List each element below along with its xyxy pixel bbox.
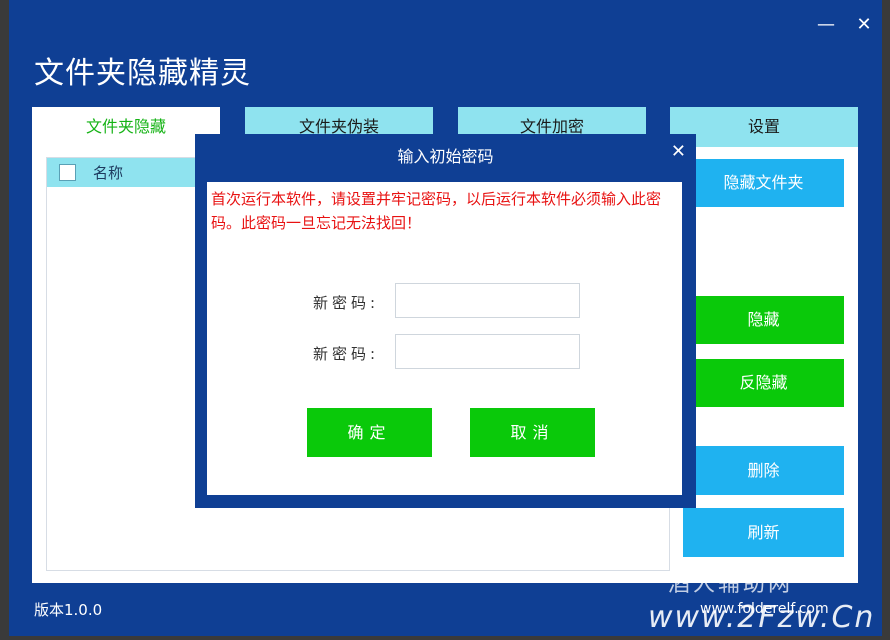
app-title: 文件夹隐藏精灵 (34, 56, 251, 91)
cancel-button[interactable]: 取消 (470, 408, 595, 457)
unhide-button[interactable]: 反隐藏 (683, 359, 844, 407)
column-header-name[interactable]: 名称 (93, 162, 123, 183)
hide-button[interactable]: 隐藏 (683, 296, 844, 344)
dialog-title: 输入初始密码 (397, 147, 494, 166)
hide-folder-button[interactable]: 隐藏文件夹 (683, 159, 844, 207)
tab-folder-hide[interactable]: 文件夹隐藏 (32, 107, 220, 147)
initial-password-dialog: 输入初始密码 ✕ 首次运行本软件，请设置并牢记密码，以后运行本软件必须输入此密码… (195, 134, 696, 508)
new-password-input[interactable] (395, 283, 580, 318)
confirm-password-input[interactable] (395, 334, 580, 369)
dialog-close-icon[interactable]: ✕ (671, 141, 686, 162)
ok-button[interactable]: 确定 (307, 408, 432, 457)
watermark-url-small: www.folderelf.com (700, 601, 829, 617)
refresh-button[interactable]: 刷新 (683, 508, 844, 557)
select-all-checkbox[interactable] (59, 164, 76, 181)
confirm-password-label: 新密码: (313, 345, 380, 363)
version-label: 版本1.0.0 (34, 601, 103, 619)
new-password-label: 新密码: (313, 294, 380, 312)
tab-settings[interactable]: 设置 (670, 107, 858, 147)
close-button[interactable]: ✕ (853, 14, 875, 36)
password-warning-text: 首次运行本软件，请设置并牢记密码，以后运行本软件必须输入此密码。此密码一旦忘记无… (211, 190, 662, 232)
watermark-site-name: 酒人辅助网 (668, 572, 794, 597)
delete-button[interactable]: 删除 (683, 446, 844, 495)
dialog-body: 首次运行本软件，请设置并牢记密码，以后运行本软件必须输入此密码。此密码一旦忘记无… (207, 182, 682, 495)
minimize-button[interactable]: — (815, 14, 837, 36)
